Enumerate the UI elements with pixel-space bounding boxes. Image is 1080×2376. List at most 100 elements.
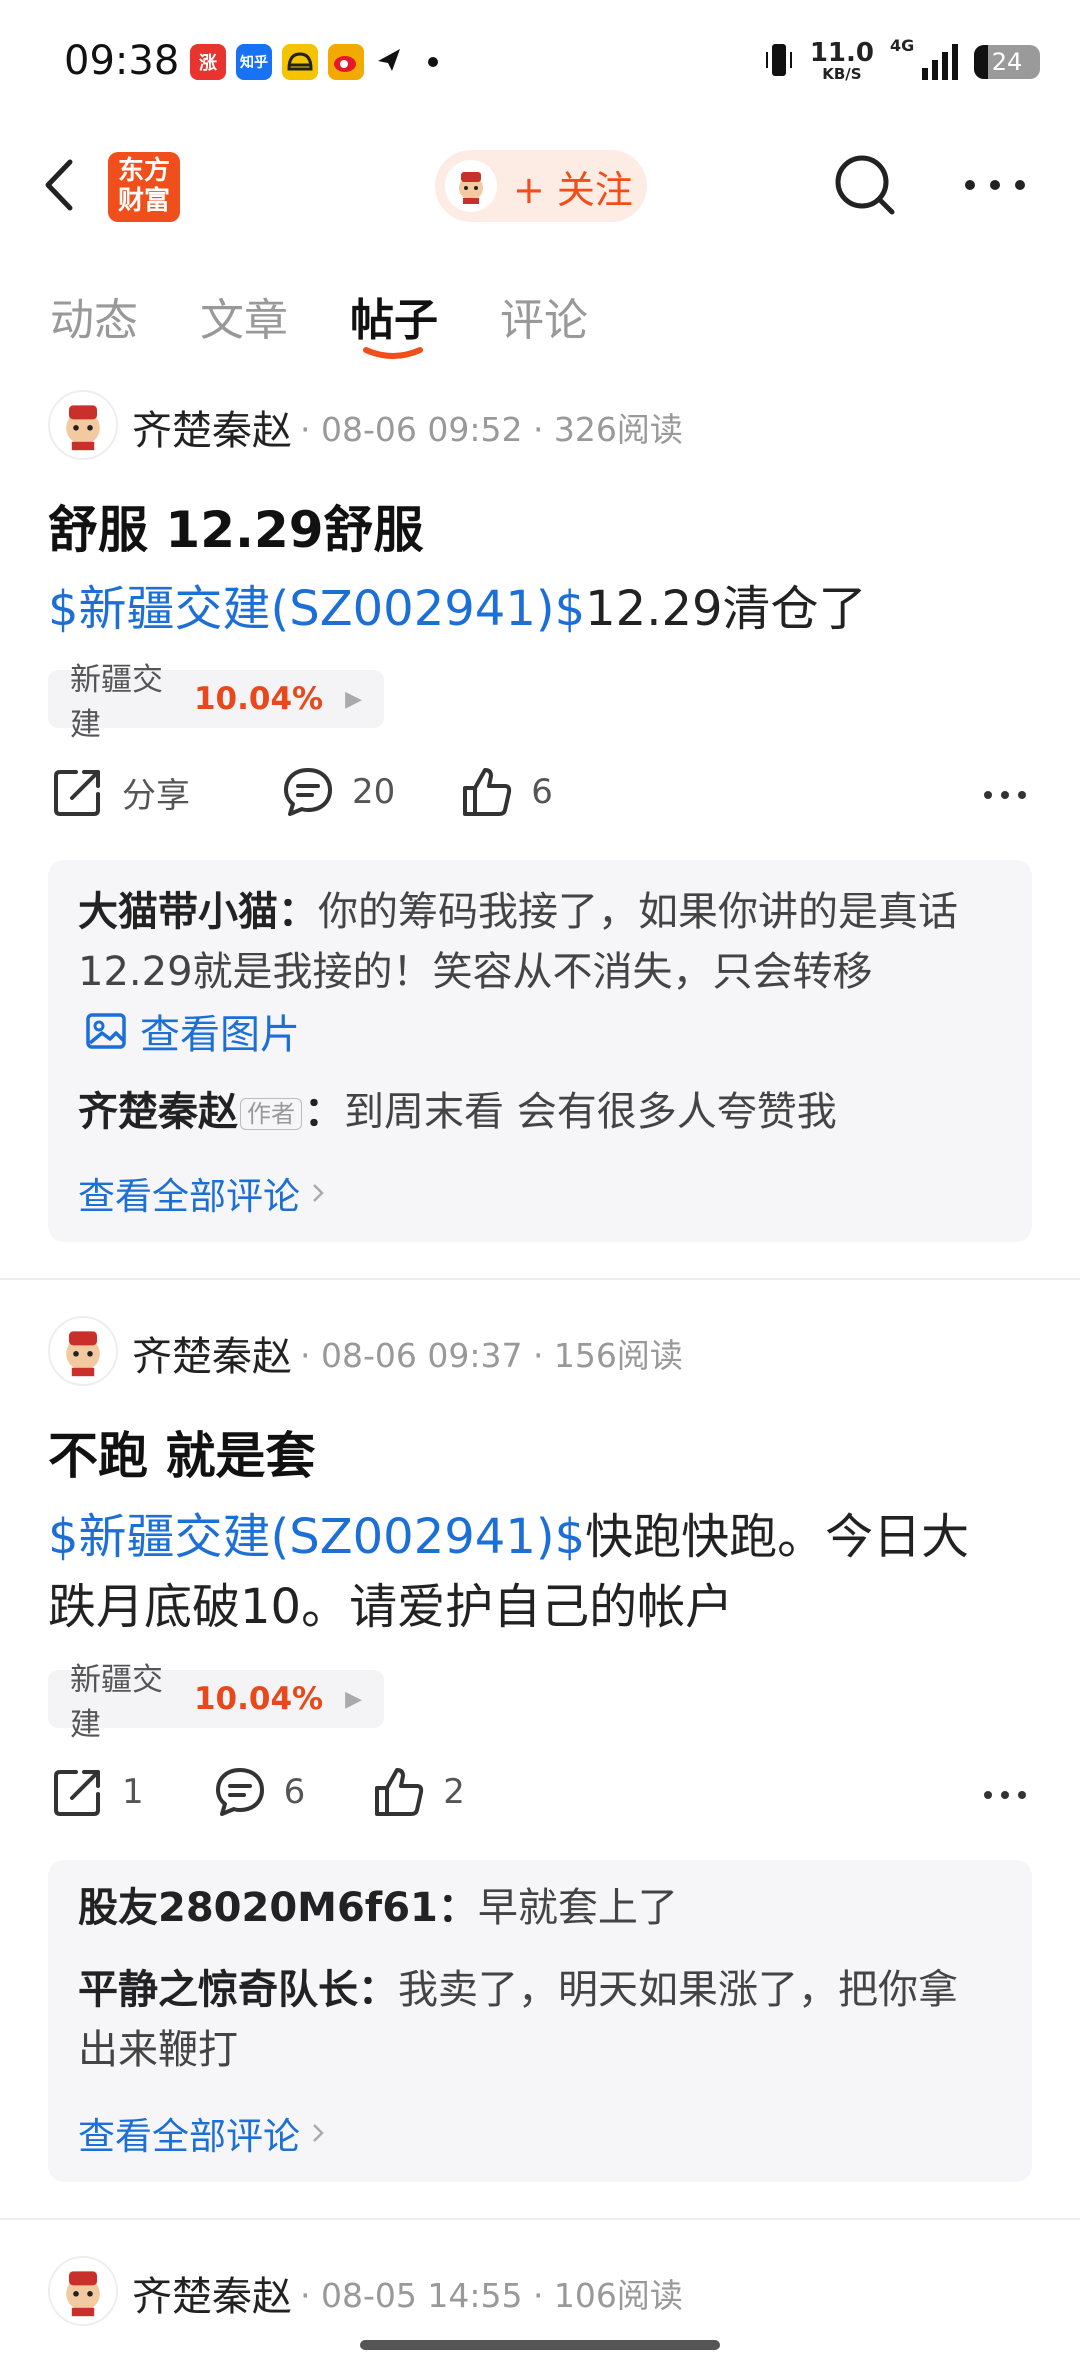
like-button[interactable]: 6 — [459, 764, 553, 820]
net-speed-value: 11.0 — [809, 38, 874, 68]
active-tab-indicator — [363, 347, 423, 359]
more-options-button[interactable] — [960, 150, 1030, 220]
back-button[interactable] — [40, 150, 80, 220]
share-button[interactable]: 分享 — [50, 764, 190, 820]
comment-user[interactable]: 大猫带小猫： — [78, 889, 318, 935]
stock-chip[interactable]: 新疆交建 10.04% ▶ — [48, 1662, 384, 1743]
battery-icon: 24 — [974, 45, 1040, 79]
view-all-comments-link[interactable]: 查看全部评论 — [78, 2106, 326, 2160]
author-avatar[interactable] — [48, 390, 118, 460]
post-divider — [0, 1278, 1080, 1280]
post-more-button[interactable] — [980, 1769, 1030, 1815]
comment-item[interactable]: 齐楚秦赵 作者 ：到周末看 会有很多人夸赞我 — [78, 1082, 1018, 1142]
comment-user[interactable]: 股友28020M6f61： — [78, 1885, 478, 1931]
stock-link[interactable]: $新疆交建(SZ002941)$ — [48, 1509, 585, 1565]
view-image-link[interactable]: 查看图片 — [84, 1002, 300, 1060]
author-avatar[interactable] — [48, 1316, 118, 1386]
like-count: 6 — [531, 772, 553, 812]
comments-preview: 大猫带小猫：你的筹码我接了，如果你讲的是真话 12.29就是我接的！笑容从不消失… — [48, 860, 1032, 1242]
post-divider — [0, 2218, 1080, 2220]
chevron-right-icon — [313, 1184, 324, 1202]
stock-chip-change: 10.04% — [193, 681, 324, 717]
comment-text: 到周末看 会有很多人夸赞我 — [344, 1089, 837, 1135]
author-avatar[interactable] — [48, 2256, 118, 2326]
play-arrow-icon: ▶ — [345, 686, 362, 712]
post-title[interactable]: 舒服 12.29舒服 — [48, 490, 424, 562]
stock-chip[interactable]: 新疆交建 10.04% ▶ — [48, 662, 384, 743]
comment-item[interactable]: 股友28020M6f61：早就套上了 — [78, 1878, 1018, 1938]
tab-posts[interactable]: 帖子 — [350, 284, 438, 348]
comment-text-2: 12.29就是我接的！笑容从不消失，只会转移 — [78, 949, 873, 995]
thumbs-up-icon — [463, 768, 512, 816]
post-body-text-2: 跌月底破10。请爱护自己的帐户 — [48, 1579, 734, 1635]
notification-dot-icon — [428, 57, 438, 67]
image-icon — [86, 1013, 126, 1049]
play-arrow-icon: ▶ — [345, 1686, 362, 1712]
comment-user[interactable]: 齐楚秦赵 — [78, 1089, 238, 1135]
comment-text: 早就套上了 — [477, 1885, 678, 1931]
stock-link[interactable]: $新疆交建(SZ002941)$ — [48, 581, 585, 637]
tab-comments[interactable]: 评论 — [500, 284, 588, 348]
post-body-text: 快跑快跑。今日大 — [585, 1509, 970, 1565]
vibrate-icon — [764, 40, 794, 84]
more-icon — [984, 1791, 1026, 1799]
comment-user[interactable]: 平静之惊奇队长： — [78, 1967, 398, 2013]
post-meta: · 08-05 14:55 · 106阅读 — [300, 2276, 683, 2315]
comment-colon: ： — [304, 1089, 344, 1135]
comment-icon — [215, 1768, 264, 1816]
post-meta: · 08-06 09:52 · 326阅读 — [300, 410, 683, 449]
author-name[interactable]: 齐楚秦赵 — [132, 1324, 292, 1382]
post-body[interactable]: $新疆交建(SZ002941)$12.29清仓了 — [48, 574, 1008, 644]
search-button[interactable] — [830, 150, 900, 220]
comment-text: 我卖了，明天如果涨了，把你拿 — [398, 1967, 958, 2013]
home-indicator[interactable] — [360, 2340, 720, 2350]
comment-text-2: 出来鞭打 — [78, 2027, 238, 2073]
comment-count: 6 — [283, 1772, 306, 1812]
search-icon — [835, 155, 895, 215]
logo-line1: 东方 — [117, 156, 170, 186]
signal-icon: 4G — [890, 36, 958, 80]
post-actions: 分享 20 6 — [50, 764, 1030, 820]
helmet-app-icon — [282, 44, 318, 80]
post-title[interactable]: 不跑 就是套 — [48, 1416, 315, 1488]
post-actions: 1 6 2 — [50, 1764, 1030, 1820]
comment-button[interactable]: 20 — [280, 764, 395, 820]
author-tag: 作者 — [240, 1098, 302, 1130]
tab-articles[interactable]: 文章 — [200, 284, 288, 348]
post-body[interactable]: $新疆交建(SZ002941)$快跑快跑。今日大 跌月底破10。请爱护自己的帐户 — [48, 1502, 1008, 1642]
like-count: 2 — [443, 1772, 465, 1812]
comment-item[interactable]: 平静之惊奇队长：我卖了，明天如果涨了，把你拿 出来鞭打 — [78, 1960, 1018, 2080]
zhangle-app-icon: 涨 — [190, 44, 226, 80]
logo-line2: 财富 — [117, 186, 170, 216]
weibo-app-icon — [328, 44, 364, 80]
author-name[interactable]: 齐楚秦赵 — [132, 398, 292, 456]
chevron-right-icon — [313, 2124, 324, 2142]
eastmoney-logo: 东方 财富 — [108, 152, 180, 222]
share-count: 1 — [122, 1772, 144, 1812]
view-all-label: 查看全部评论 — [78, 2115, 300, 2158]
comment-button[interactable]: 6 — [212, 1764, 306, 1820]
tab-dynamic[interactable]: 动态 — [50, 284, 138, 348]
stock-chip-change: 10.04% — [193, 1681, 324, 1717]
stock-chip-name: 新疆交建 — [70, 662, 163, 743]
view-all-comments-link[interactable]: 查看全部评论 — [78, 1166, 326, 1220]
follow-button[interactable]: + 关注 — [435, 150, 647, 222]
view-all-label: 查看全部评论 — [78, 1175, 300, 1218]
share-icon — [54, 1770, 100, 1816]
status-time: 09:38 — [64, 38, 180, 84]
comments-preview: 股友28020M6f61：早就套上了 平静之惊奇队长：我卖了，明天如果涨了，把你… — [48, 1860, 1032, 2182]
thumbs-up-icon — [375, 1768, 424, 1816]
profile-tabs: 动态 文章 帖子 评论 — [50, 284, 588, 348]
comment-item[interactable]: 大猫带小猫：你的筹码我接了，如果你讲的是真话 12.29就是我接的！笑容从不消失… — [78, 882, 1018, 1002]
post-header: 齐楚秦赵 · 08-06 09:52 · 326阅读 — [132, 398, 683, 456]
network-type: 4G — [890, 36, 915, 55]
author-name[interactable]: 齐楚秦赵 — [132, 2264, 292, 2322]
post-more-button[interactable] — [980, 769, 1030, 815]
like-button[interactable]: 2 — [371, 1764, 465, 1820]
share-button[interactable]: 1 — [50, 1764, 144, 1820]
more-icon — [965, 180, 1025, 190]
paper-plane-icon — [374, 45, 404, 79]
post-body-text: 12.29清仓了 — [585, 581, 867, 637]
post-meta: · 08-06 09:37 · 156阅读 — [300, 1336, 683, 1375]
battery-level: 24 — [991, 48, 1023, 76]
